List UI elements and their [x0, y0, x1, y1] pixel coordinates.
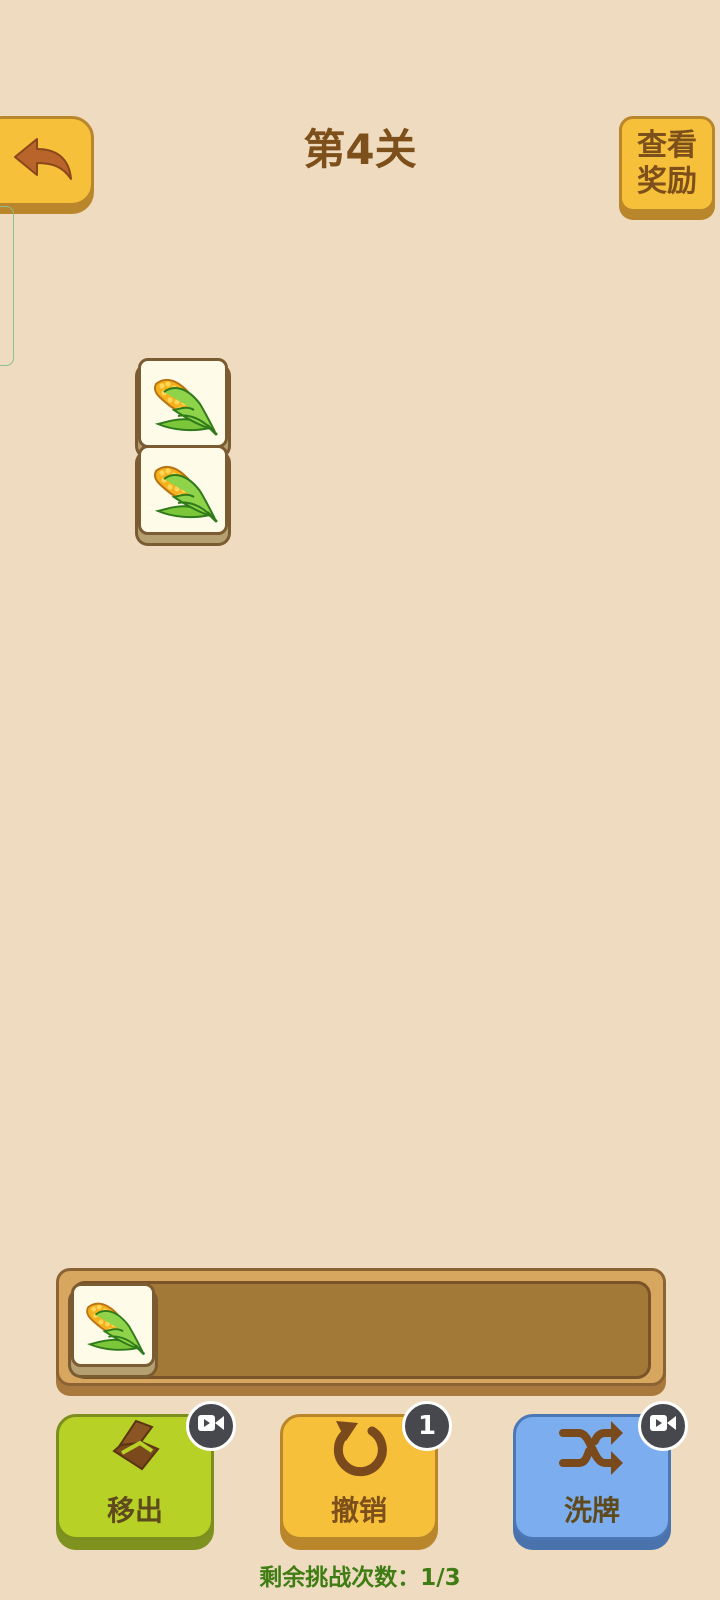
shuffle-label: 洗牌	[563, 1494, 620, 1527]
shuffle-icon	[557, 1413, 627, 1489]
corn-icon	[77, 1287, 149, 1363]
remove-video-badge	[186, 1401, 236, 1451]
shuffle-video-badge	[638, 1401, 688, 1451]
slot-tile-corn[interactable]	[71, 1283, 155, 1367]
box-out-icon	[100, 1413, 170, 1489]
remove-label: 移出	[106, 1494, 163, 1527]
side-panel-edge[interactable]	[0, 206, 14, 366]
reward-label-line1: 查看	[637, 128, 697, 163]
tile-slot-well	[71, 1281, 651, 1379]
undo-label: 撤销	[330, 1494, 387, 1527]
remaining-attempts-text: 剩余挑战次数：1/3	[259, 1565, 461, 1591]
view-reward-button[interactable]: 查看 奖励	[619, 116, 715, 212]
board-tile-corn[interactable]	[138, 358, 228, 448]
tile-slot-tray	[56, 1268, 666, 1386]
video-camera-icon	[649, 1411, 677, 1441]
video-camera-icon	[197, 1411, 225, 1441]
corn-icon	[144, 362, 222, 444]
undo-icon	[324, 1413, 394, 1489]
back-button[interactable]	[0, 116, 94, 206]
reward-label-line2: 奖励	[637, 164, 697, 199]
board-tile-corn[interactable]	[138, 445, 228, 535]
corn-icon	[144, 449, 222, 531]
level-title: 第4关	[303, 125, 417, 174]
undo-count-badge: 1	[402, 1401, 452, 1451]
back-arrow-icon	[0, 131, 75, 191]
